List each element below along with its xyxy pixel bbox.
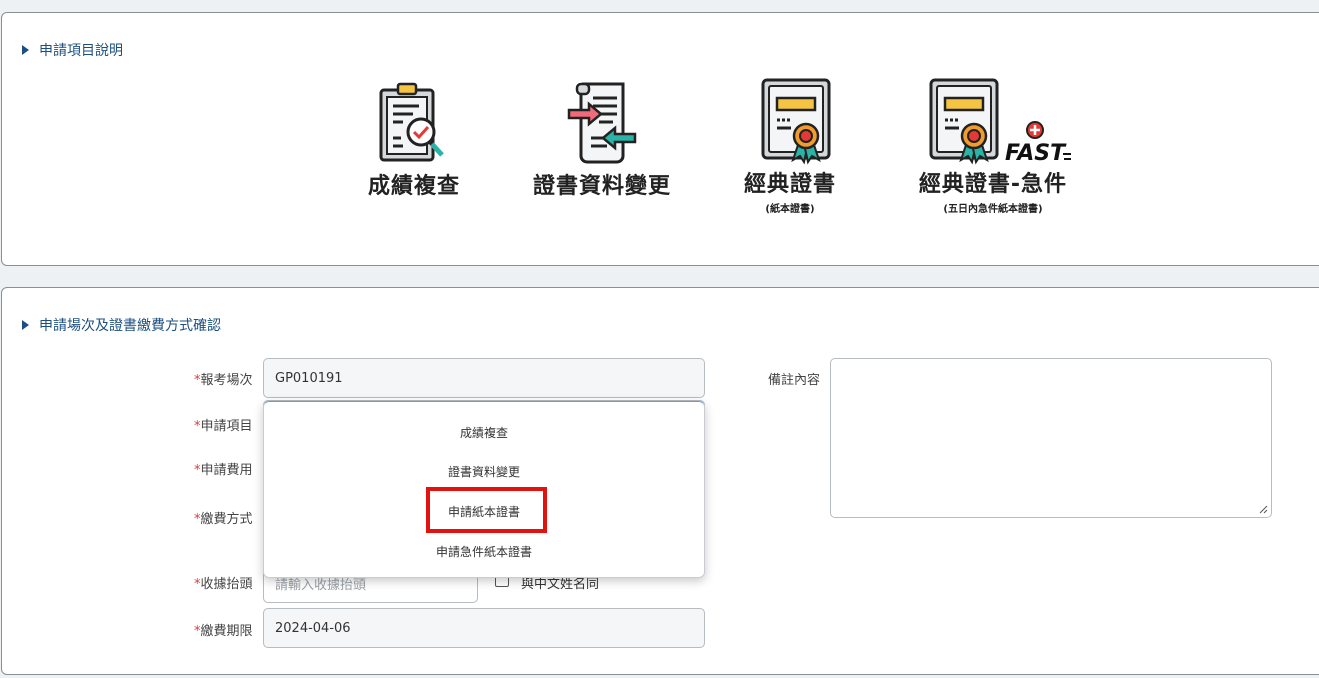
dropdown-option-score-review[interactable]: 成績複查 [264, 424, 704, 441]
dropdown-option-urgent-paper-certificate[interactable]: 申請急件紙本證書 [264, 543, 704, 560]
document-exchange-icon [567, 82, 637, 164]
service-sublabel: (五日內急件紙本證書) [943, 204, 1043, 215]
caret-right-icon [22, 45, 29, 55]
resize-grip-icon[interactable] [1259, 505, 1268, 514]
service-label: 經典證書 [743, 172, 836, 197]
section-title-session-payment: 申請場次及證書繳費方式確認 [22, 315, 221, 335]
exam-session-input[interactable]: GP010191 [263, 358, 705, 398]
dropdown-option-data-change[interactable]: 證書資料變更 [264, 463, 704, 480]
certificate-fast-icon: FAST [929, 78, 1071, 166]
service-score-review: 成績複查 [362, 80, 466, 200]
caret-right-icon [22, 320, 29, 330]
payment-deadline-input[interactable]: 2024-04-06 [263, 608, 705, 648]
section-title-services: 申請項目說明 [22, 40, 123, 60]
apply-item-label: *申請項目 [194, 419, 253, 434]
service-classic-certificate: 經典證書 (紙本證書) [737, 78, 843, 215]
service-sublabel: (紙本證書) [765, 204, 815, 215]
service-label: 成績複查 [367, 174, 460, 199]
apply-fee-label: *申請費用 [194, 463, 253, 478]
service-label: 證書資料變更 [532, 174, 671, 199]
payment-method-label: *繳費方式 [194, 512, 253, 527]
remarks-label: 備註內容 [768, 373, 821, 388]
receipt-title-label: *收據抬頭 [194, 577, 253, 592]
clipboard-search-icon [379, 82, 444, 162]
exam-session-label: *報考場次 [194, 373, 253, 388]
highlight-annotation-box [426, 487, 547, 533]
service-certificate-data-change: 證書資料變更 [520, 80, 684, 200]
service-label: 經典證書-急件 [918, 172, 1068, 197]
remarks-textarea[interactable] [830, 358, 1272, 518]
fast-badge-text: FAST [1005, 141, 1067, 166]
certificate-icon [761, 78, 831, 165]
payment-deadline-label: *繳費期限 [194, 624, 253, 639]
service-classic-certificate-urgent: FAST 經典證書-急件 (五日內急件紙本證書) [905, 78, 1081, 215]
